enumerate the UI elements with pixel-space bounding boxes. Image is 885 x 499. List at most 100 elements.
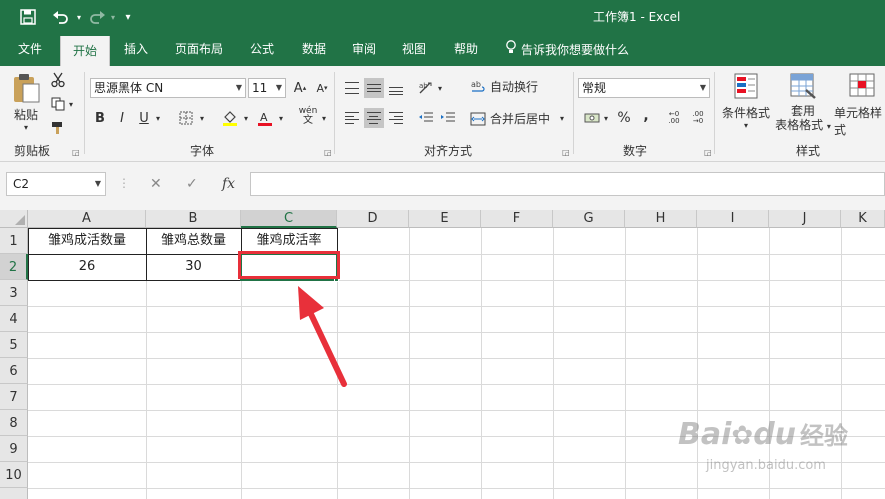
column-header-b[interactable]: B — [146, 210, 241, 228]
save-icon[interactable] — [18, 8, 38, 26]
font-color-dropdown-icon[interactable]: ▾ — [275, 108, 287, 128]
tab-home[interactable]: 开始 — [60, 36, 110, 66]
tell-me-search[interactable]: 告诉我你想要做什么 — [502, 34, 632, 66]
row-header-7[interactable]: 7 — [0, 384, 28, 410]
underline-dropdown-icon[interactable]: ▾ — [152, 108, 164, 128]
align-top-icon[interactable] — [342, 78, 362, 98]
font-launcher-icon[interactable]: ◲ — [324, 148, 332, 157]
insert-function-icon[interactable]: fx — [222, 176, 235, 192]
tab-file[interactable]: 文件 — [8, 34, 52, 66]
column-header-a[interactable]: A — [28, 210, 146, 228]
decrease-indent-icon[interactable] — [416, 108, 436, 128]
format-as-table-button[interactable]: 套用 表格格式 ▾ — [772, 72, 834, 134]
align-left-icon[interactable] — [342, 108, 362, 128]
column-header-f[interactable]: F — [481, 210, 553, 228]
tab-data[interactable]: 数据 — [292, 34, 336, 66]
tab-help[interactable]: 帮助 — [444, 34, 488, 66]
select-all-button[interactable] — [0, 210, 28, 228]
redo-dropdown-icon[interactable]: ▾ — [108, 8, 118, 26]
cell-a2[interactable]: 26 — [28, 255, 146, 280]
tab-page-layout[interactable]: 页面布局 — [166, 34, 232, 66]
bold-button[interactable]: B — [90, 108, 110, 128]
decrease-decimal-icon[interactable]: .00 →0 — [688, 108, 708, 128]
enter-icon[interactable]: ✓ — [186, 176, 198, 192]
column-header-i[interactable]: I — [697, 210, 769, 228]
row-header-11[interactable] — [0, 488, 28, 499]
column-header-e[interactable]: E — [409, 210, 481, 228]
column-header-k[interactable]: K — [841, 210, 885, 228]
row-header-3[interactable]: 3 — [0, 280, 28, 306]
undo-dropdown-icon[interactable]: ▾ — [74, 8, 84, 26]
borders-icon[interactable] — [176, 108, 196, 128]
align-right-icon[interactable] — [386, 108, 406, 128]
font-name-combo[interactable]: 思源黑体 CN ▼ — [90, 78, 246, 98]
phonetic-dropdown-icon[interactable]: ▾ — [318, 108, 330, 128]
cancel-icon[interactable]: ✕ — [150, 176, 162, 192]
orientation-icon[interactable]: ab — [416, 78, 436, 98]
font-color-icon[interactable]: A — [255, 108, 275, 128]
row-header-5[interactable]: 5 — [0, 332, 28, 358]
increase-indent-icon[interactable] — [438, 108, 458, 128]
tab-insert[interactable]: 插入 — [114, 34, 158, 66]
number-format-combo[interactable]: 常规 ▼ — [578, 78, 710, 98]
paste-button[interactable]: 粘贴 ▾ — [10, 72, 42, 132]
window-title: 工作簿1 - Excel — [593, 10, 681, 24]
fill-dropdown-icon[interactable]: ▾ — [240, 108, 252, 128]
accounting-dropdown-icon[interactable]: ▾ — [600, 108, 612, 128]
fill-color-icon[interactable] — [220, 108, 240, 128]
font-name-value: 思源黑体 CN — [94, 81, 164, 95]
column-header-j[interactable]: J — [769, 210, 841, 228]
row-header-2[interactable]: 2 — [0, 254, 28, 280]
increase-decimal-icon[interactable]: ←0.00 — [664, 108, 684, 128]
grow-font-button[interactable]: A ▴ — [290, 78, 310, 98]
phonetic-button[interactable]: wén 文 — [298, 106, 318, 126]
tab-review[interactable]: 审阅 — [342, 34, 386, 66]
align-bottom-icon[interactable] — [386, 78, 406, 98]
comma-button[interactable]: , — [636, 106, 656, 126]
undo-icon[interactable] — [48, 8, 74, 26]
number-launcher-icon[interactable]: ◲ — [704, 148, 712, 157]
align-middle-icon[interactable] — [364, 78, 384, 98]
tab-view[interactable]: 视图 — [392, 34, 436, 66]
borders-dropdown-icon[interactable]: ▾ — [196, 108, 208, 128]
row-header-8[interactable]: 8 — [0, 410, 28, 436]
cell-styles-button[interactable]: 单元格样式 — [834, 72, 885, 138]
column-header-h[interactable]: H — [625, 210, 697, 228]
column-header-c[interactable]: C — [241, 210, 337, 228]
underline-button[interactable]: U — [134, 108, 154, 128]
formula-input[interactable] — [250, 172, 885, 196]
row-header-6[interactable]: 6 — [0, 358, 28, 384]
percent-button[interactable]: % — [614, 108, 634, 128]
conditional-formatting-button[interactable]: 条件格式 ▾ — [718, 72, 774, 130]
column-header-d[interactable]: D — [337, 210, 409, 228]
format-as-table-icon — [790, 73, 816, 99]
font-size-combo[interactable]: 11 ▼ — [248, 78, 286, 98]
cell-a1[interactable]: 雏鸡成活数量 — [28, 229, 146, 254]
cell-styles-icon — [849, 73, 875, 97]
redo-icon[interactable] — [86, 8, 108, 26]
italic-button[interactable]: I — [112, 108, 132, 128]
row-header-9[interactable]: 9 — [0, 436, 28, 462]
merge-center-button[interactable]: 合并后居中 ▾ — [470, 110, 564, 127]
row-header-4[interactable]: 4 — [0, 306, 28, 332]
row-header-1[interactable]: 1 — [0, 228, 28, 254]
cut-icon[interactable] — [48, 70, 68, 90]
clipboard-launcher-icon[interactable]: ◲ — [72, 148, 80, 157]
wrap-text-button[interactable]: ab 自动换行 — [470, 78, 538, 95]
format-painter-icon[interactable] — [48, 118, 68, 138]
alignment-launcher-icon[interactable]: ◲ — [562, 148, 570, 157]
copy-icon[interactable] — [48, 94, 68, 114]
row-header-10[interactable]: 10 — [0, 462, 28, 488]
accounting-format-icon[interactable] — [582, 108, 602, 128]
tab-formulas[interactable]: 公式 — [240, 34, 284, 66]
name-box[interactable]: C2 ▼ — [6, 172, 106, 196]
orientation-dropdown-icon[interactable]: ▾ — [434, 78, 446, 98]
cell-b2[interactable]: 30 — [146, 255, 241, 280]
align-center-icon[interactable] — [364, 108, 384, 128]
column-header-g[interactable]: G — [553, 210, 625, 228]
customize-icon[interactable]: ▾ — [120, 8, 136, 26]
copy-dropdown-icon[interactable]: ▾ — [66, 94, 76, 114]
shrink-font-button[interactable]: A ▾ — [312, 78, 332, 98]
chevron-down-icon: ▼ — [275, 83, 282, 92]
cell-b1[interactable]: 雏鸡总数量 — [146, 229, 241, 254]
